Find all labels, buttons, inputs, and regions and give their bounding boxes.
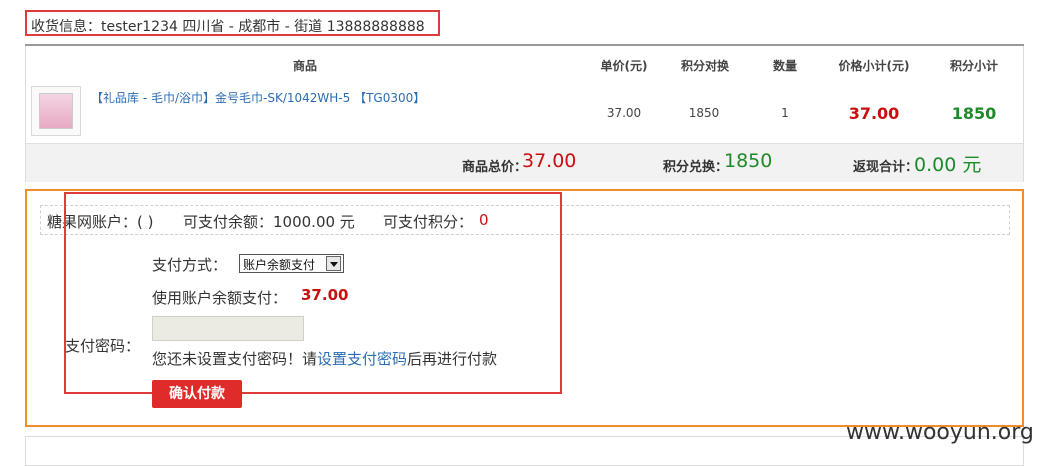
shipping-info-text: 收货信息：tester1234 四川省 - 成都市 - 街道 138888888… [31,19,425,35]
payment-password-input[interactable] [152,316,304,341]
row-subtotal: 37.00 [848,104,900,123]
row-unit-price: 37.00 [606,106,642,120]
row-points-exchange: 1850 [688,106,720,120]
notice-prefix: 您还未设置支付密码！请 [152,350,318,368]
set-password-link[interactable]: 设置支付密码 [317,350,407,368]
header-quantity: 数量 [772,59,797,73]
chevron-down-icon[interactable] [326,256,341,271]
notice-suffix: 后再进行付款 [407,350,498,368]
row-quantity: 1 [781,106,789,120]
points-exchange-value: 1850 [724,150,773,172]
header-points-exchange: 积分对换 [680,59,729,73]
row-points-subtotal: 1850 [951,104,997,123]
total-price-label: 商品总价： [462,160,528,175]
cashback-value: 0.00 元 [914,154,982,176]
header-unit-price: 单价(元) [600,59,648,73]
total-price-value: 37.00 [522,150,577,172]
towel-image-icon [39,93,73,129]
table-header-divider [25,44,1024,46]
payment-method-selected[interactable]: 账户余额支付 [243,256,315,273]
confirm-payment-button[interactable]: 确认付款 [152,380,242,408]
watermark: www.wooyun.org [846,420,1034,445]
balance-pay-value: 37.00 [301,286,349,304]
header-product: 商品 [292,59,317,73]
payment-method-label: 支付方式： [152,256,228,274]
password-notice: 您还未设置支付密码！请设置支付密码后再进行付款 [152,348,497,369]
product-name-link[interactable]: 【礼品库 - 毛巾/浴巾】金号毛巾-SK/1042WH-5 【TG0300】 [91,89,425,106]
password-label: 支付密码： [65,337,141,355]
balance-pay-label: 使用账户余额支付： [152,289,288,307]
points-exchange-label: 积分兑换： [663,160,729,175]
cashback-label: 返现合计： [853,160,919,175]
header-subtotal: 价格小计(元) [838,59,910,73]
header-points-subtotal: 积分小计 [949,59,998,73]
